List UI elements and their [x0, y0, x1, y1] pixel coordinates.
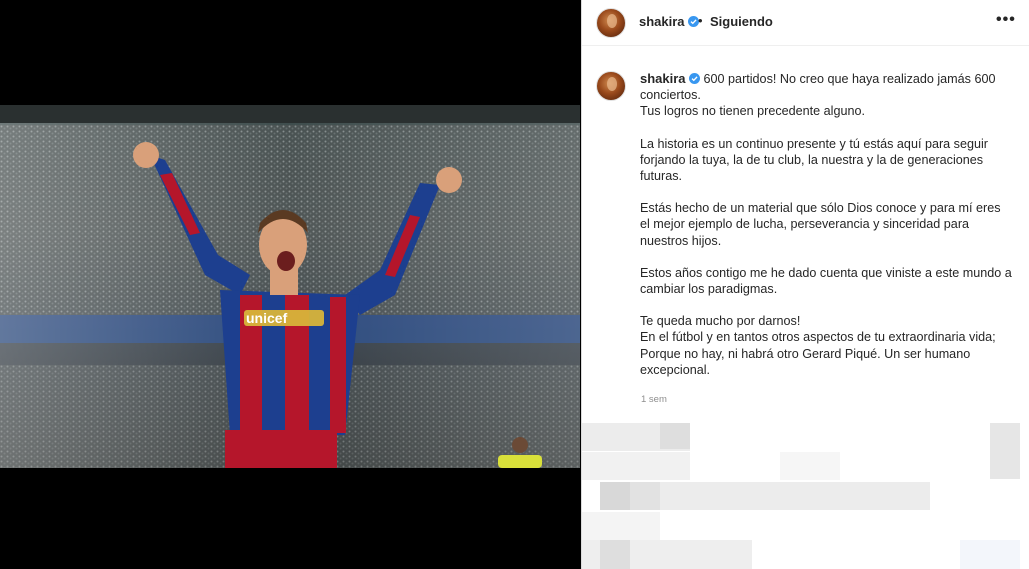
post-time[interactable]: 1 sem	[641, 394, 667, 405]
author-avatar[interactable]	[596, 8, 626, 38]
post-header: shakira • Siguiendo •••	[582, 0, 1029, 46]
post-media[interactable]: unicef	[0, 0, 581, 569]
caption-paragraph-5: Te queda mucho por darnos! En el fútbol …	[640, 314, 996, 377]
header-separator: •	[698, 13, 703, 28]
player-celebration-image: unicef	[0, 105, 580, 468]
caption-paragraph-3: Estás hecho de un material que sólo Dios…	[640, 201, 1001, 248]
author-username-row: shakira	[639, 14, 700, 29]
following-button[interactable]: Siguiendo	[710, 14, 773, 29]
post-photo[interactable]: unicef	[0, 105, 580, 468]
caption-paragraph-2: La historia es un continuo presente y tú…	[640, 136, 988, 184]
caption-author-avatar[interactable]	[596, 71, 626, 101]
more-options-icon[interactable]: •••	[996, 12, 1015, 32]
caption-paragraph-1: shakira 600 partidos! No creo que haya r…	[640, 71, 1012, 120]
post-caption: shakira 600 partidos! No creo que haya r…	[640, 71, 1012, 394]
caption-paragraph-4: Estos años contigo me he dado cuenta que…	[640, 265, 1012, 297]
caption-verified-badge-icon	[689, 73, 701, 84]
caption-username[interactable]: shakira	[640, 71, 686, 86]
post-side-panel: shakira • Siguiendo ••• shakira 600 part…	[581, 0, 1029, 569]
jersey-sponsor-text: unicef	[246, 310, 288, 326]
author-username[interactable]: shakira	[639, 14, 685, 29]
